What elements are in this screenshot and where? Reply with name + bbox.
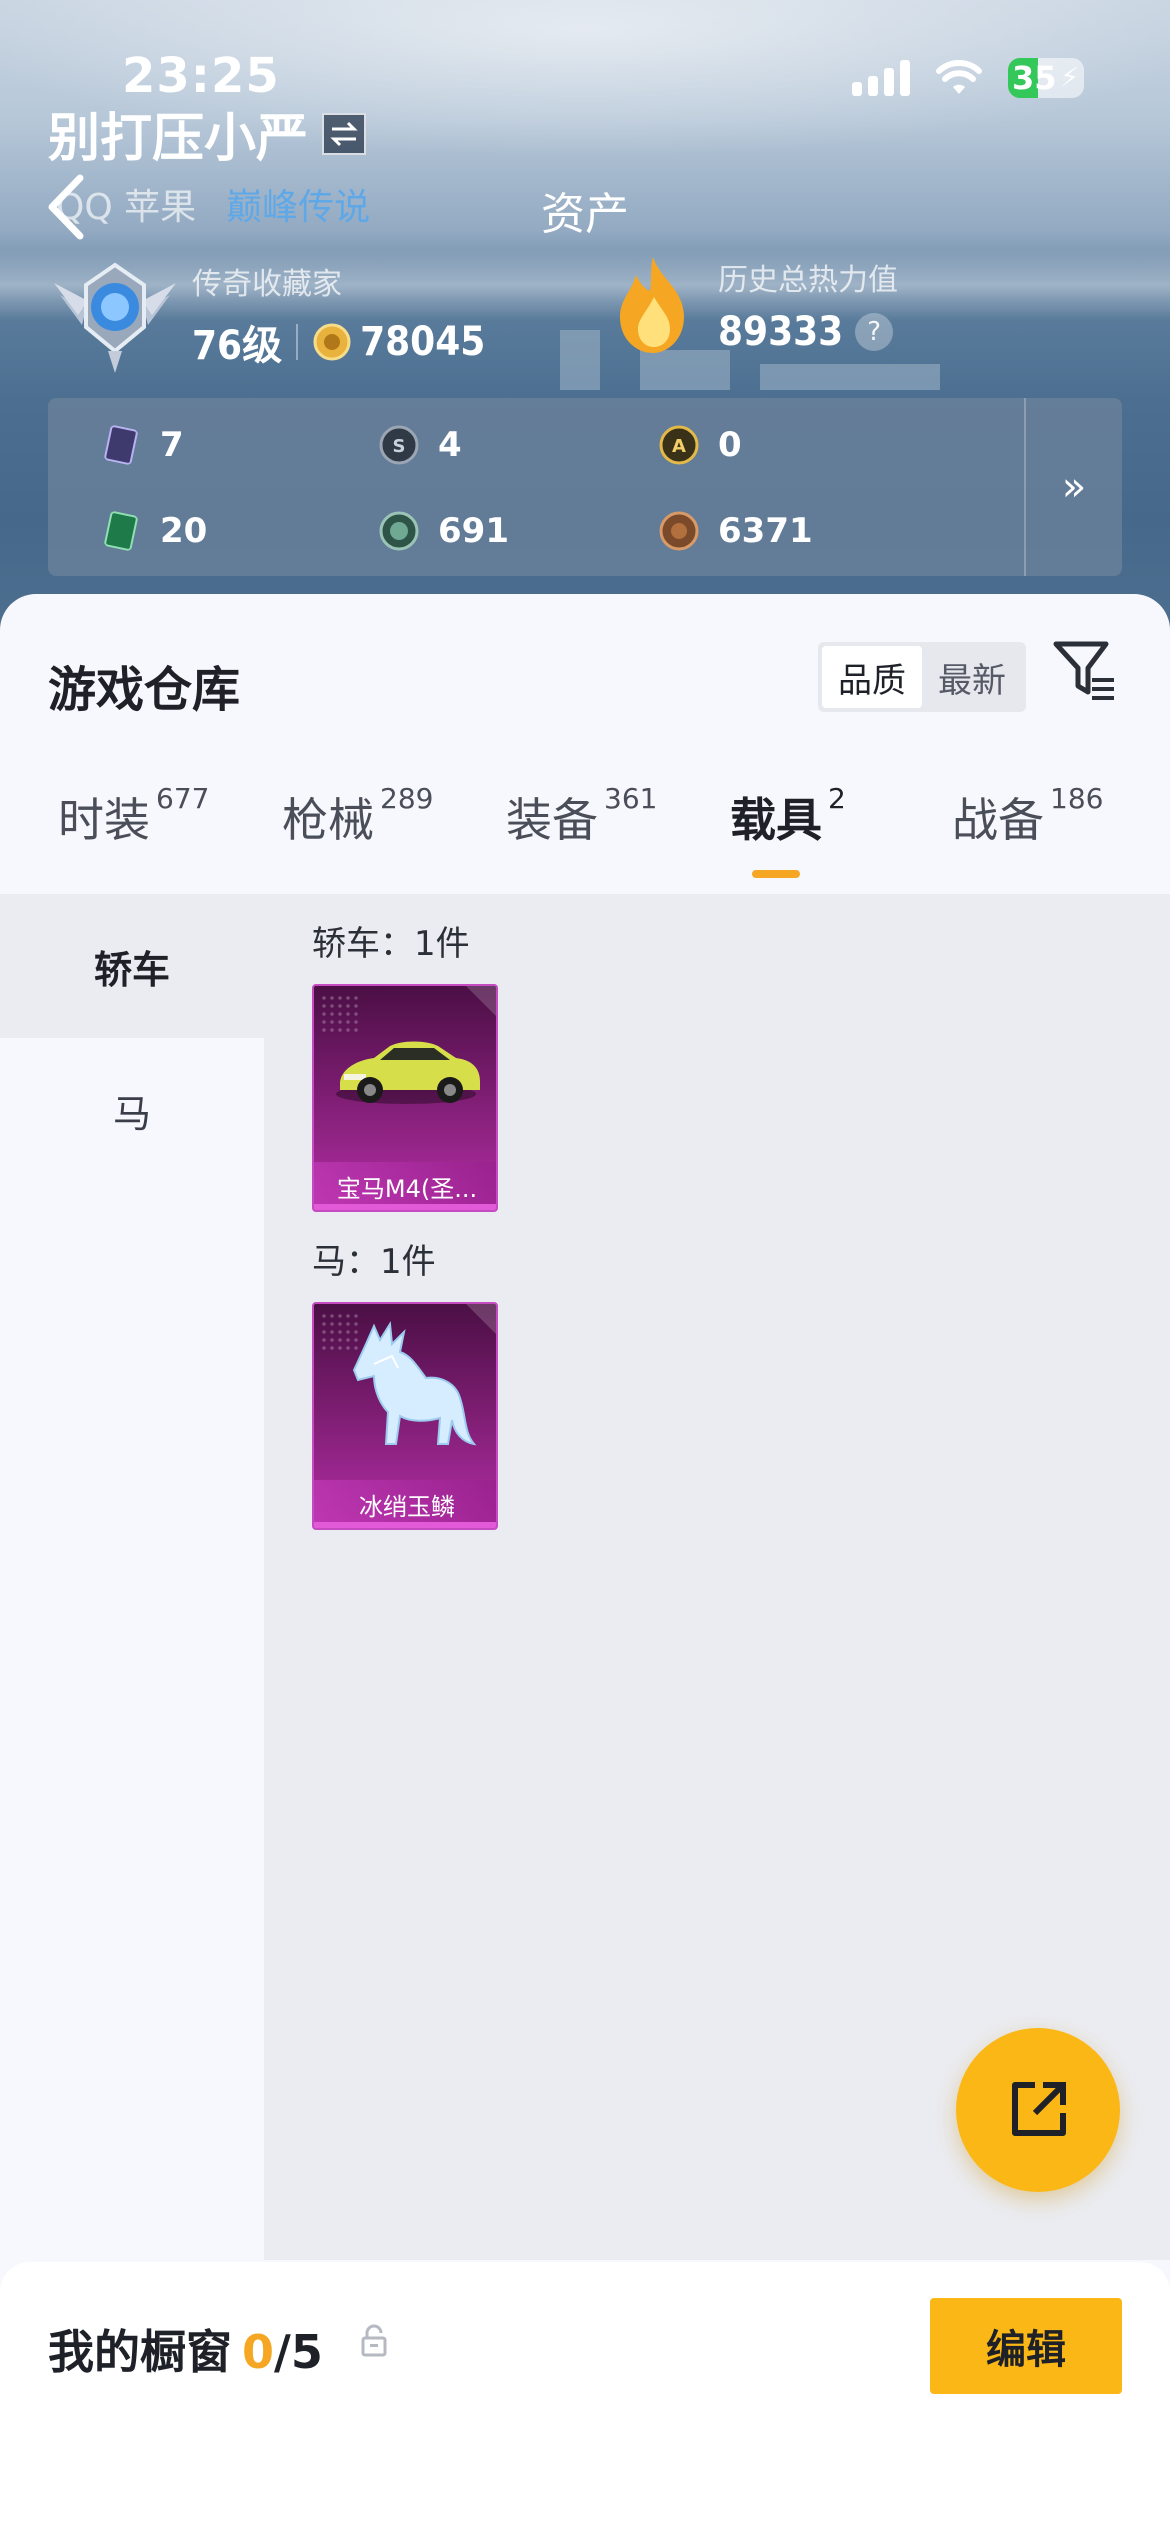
share-icon [1012, 2082, 1066, 2136]
edit-button[interactable]: 编辑 [930, 2298, 1122, 2394]
collector-info: 传奇收藏家 76级 78045 [192, 259, 485, 371]
rarity-line [314, 1204, 496, 1210]
tab-count: 289 [380, 782, 434, 815]
sort-toggle: 品质 最新 [818, 642, 1026, 712]
showcase-bar: 我的橱窗 0 /5 编辑 [0, 2262, 1170, 2532]
subcategory-horse[interactable]: 马 [0, 1038, 264, 1182]
tab-count: 361 [604, 782, 658, 815]
stat-value: 4 [438, 425, 462, 465]
showcase-label: 我的橱窗 0 /5 [48, 2316, 323, 2382]
tab-equipment[interactable]: 装备 361 [506, 782, 658, 850]
cellular-signal-icon [852, 60, 910, 96]
car-image [336, 1041, 480, 1104]
sort-option-newest[interactable]: 最新 [922, 646, 1022, 708]
expand-stats-button[interactable]: » [1024, 398, 1122, 576]
warehouse-sheet: 游戏仓库 品质 最新 时装 677 枪械 289 装备 361 载具 2 战备 … [0, 594, 1170, 2532]
tab-label: 装备 [506, 793, 598, 847]
lock-icon [361, 2324, 387, 2357]
collector-title: 传奇收藏家 [192, 267, 342, 302]
divider [296, 324, 299, 360]
stat-item: A 0 [658, 424, 742, 466]
tab-label: 枪械 [282, 793, 374, 847]
showcase-title: 我的橱窗 [48, 2325, 232, 2379]
svg-text:A: A [672, 436, 686, 457]
subcategory-list: 轿车 马 [0, 894, 264, 2260]
item-card[interactable]: 冰绡玉鳞 [312, 1302, 498, 1530]
showcase-total: /5 [274, 2325, 323, 2379]
skyline [640, 350, 730, 390]
tab-supplies[interactable]: 战备 186 [952, 782, 1104, 850]
collector-level: 76级 [192, 323, 283, 369]
warehouse-title: 游戏仓库 [48, 662, 241, 718]
heat-info: 历史总热力值 89333 ? [718, 255, 898, 355]
heat-section[interactable]: 历史总热力值 89333 ? [610, 255, 898, 355]
rarity-line [314, 1522, 496, 1528]
stat-item: S 4 [378, 424, 462, 466]
gold-coin-icon [313, 323, 351, 361]
battery-icon: 35 ⚡ [1008, 58, 1084, 98]
group-header-horse: 马：1件 [312, 1242, 436, 1282]
s-badge-icon: S [379, 425, 419, 465]
switch-account-icon[interactable] [322, 112, 367, 155]
skyline [560, 330, 600, 390]
filter-icon[interactable] [1050, 636, 1120, 706]
category-tabs: 时装 677 枪械 289 装备 361 载具 2 战备 186 [0, 782, 1170, 884]
showcase-current: 0 [242, 2325, 275, 2379]
svg-text:S: S [393, 436, 406, 457]
tab-fashion[interactable]: 时装 677 [58, 782, 210, 850]
battery-level: 35 [1012, 59, 1057, 97]
stat-item: 7 [100, 424, 184, 466]
tab-vehicles[interactable]: 载具 2 [730, 782, 846, 850]
page-title: 资产 [541, 189, 629, 240]
collector-section[interactable]: 传奇收藏家 76级 78045 [52, 255, 485, 375]
collector-badge-icon [54, 262, 176, 373]
a-badge-icon: A [659, 425, 699, 465]
share-button[interactable] [956, 2028, 1120, 2192]
tab-count: 2 [828, 782, 846, 815]
item-name: 宝马M4(圣... [314, 1162, 496, 1210]
item-name: 冰绡玉鳞 [314, 1480, 496, 1528]
wifi-icon [936, 60, 982, 94]
tab-label: 战备 [952, 793, 1044, 847]
horse-image [352, 1320, 477, 1446]
sort-option-quality[interactable]: 品质 [822, 646, 922, 708]
tab-label: 载具 [730, 793, 822, 847]
card-icon [104, 425, 138, 465]
item-card[interactable]: 宝马M4(圣... [312, 984, 498, 1212]
coin-count: 78045 [360, 319, 486, 365]
active-tab-indicator [752, 870, 800, 878]
tab-count: 186 [1050, 782, 1104, 815]
tab-count: 677 [156, 782, 210, 815]
tab-label: 时装 [58, 793, 150, 847]
green-card-icon [104, 511, 138, 551]
help-icon[interactable]: ? [855, 313, 894, 351]
group-header-sedan: 轿车：1件 [312, 924, 470, 964]
flame-icon [620, 257, 684, 353]
stat-value: 7 [160, 425, 184, 465]
collector-stats: 76级 78045 [192, 313, 485, 371]
stat-item: 6371 [658, 510, 813, 552]
assets-stats-panel[interactable]: 7 S 4 A 0 20 691 6371 » [48, 398, 1122, 576]
stat-value: 20 [160, 511, 208, 551]
stat-item: 691 [378, 510, 509, 552]
stat-item: 20 [100, 510, 207, 552]
tab-guns[interactable]: 枪械 289 [282, 782, 434, 850]
gem-icon [379, 511, 419, 551]
heat-value: 89333 [718, 309, 844, 355]
bronze-coin-icon [659, 511, 699, 551]
subcategory-sedan[interactable]: 轿车 [0, 894, 264, 1038]
stat-value: 691 [438, 511, 509, 551]
stat-value: 0 [718, 425, 742, 465]
skyline [760, 364, 940, 390]
username-text: 别打压小严 [48, 109, 309, 169]
username[interactable]: 别打压小严 [48, 96, 367, 171]
status-icons: 35 ⚡ [852, 58, 1084, 98]
stat-value: 6371 [718, 511, 813, 551]
heat-label: 历史总热力值 [718, 263, 898, 298]
